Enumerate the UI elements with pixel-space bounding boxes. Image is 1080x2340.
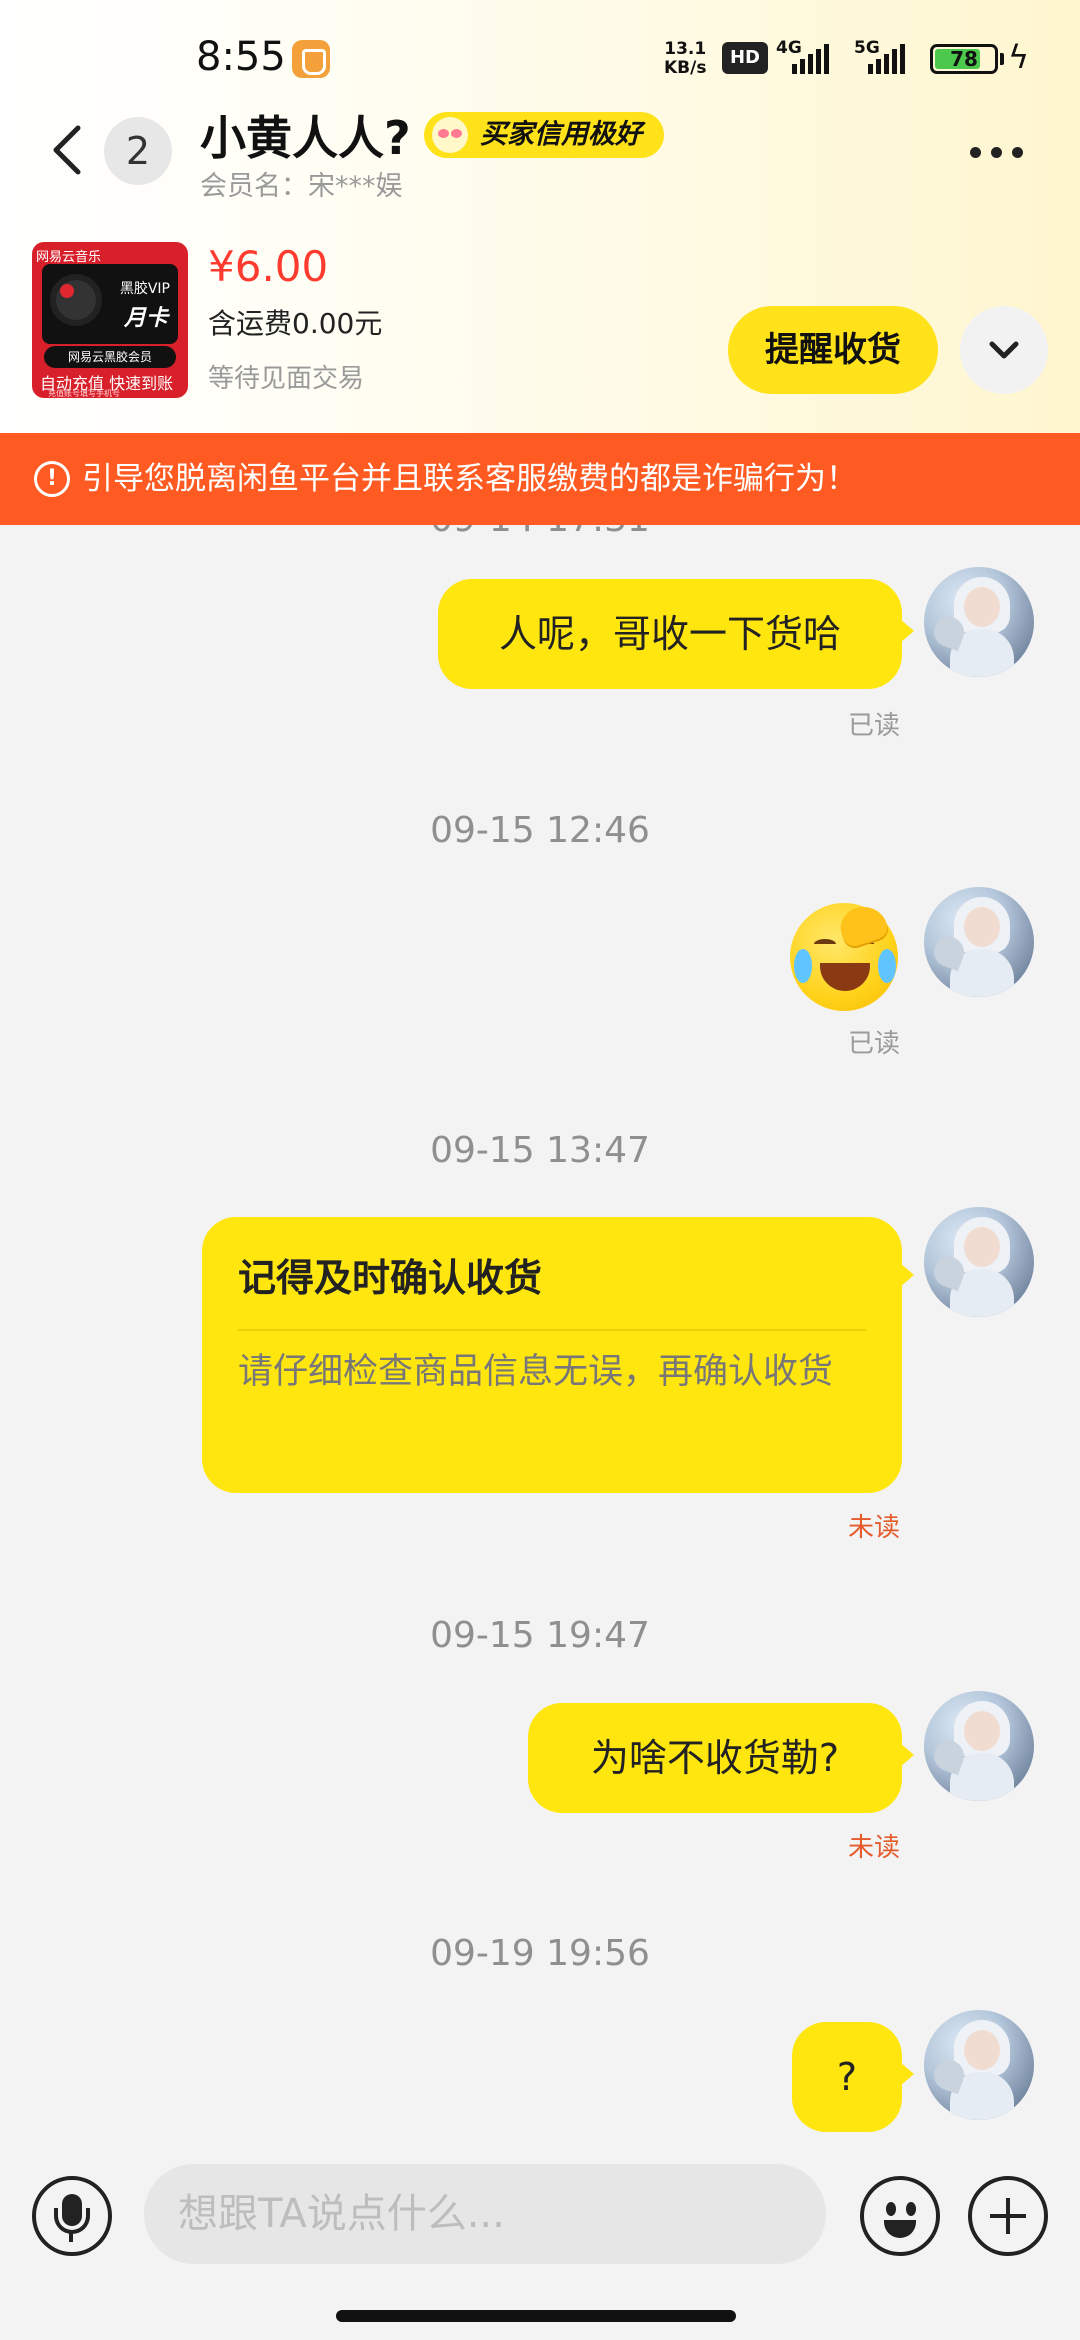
message-timestamp: 09-19 19:56	[430, 1933, 650, 1974]
battery-cap	[1000, 53, 1004, 65]
avatar[interactable]	[924, 1691, 1034, 1801]
hd-voice-badge: HD	[722, 42, 768, 74]
thumb-card: 黑胶VIP 月卡	[42, 264, 178, 344]
fraud-warning-banner: ! 引导您脱离闲鱼平台并且联系客服缴费的都是诈骗行为！	[0, 433, 1080, 525]
avatar[interactable]	[924, 2010, 1034, 2120]
avatar[interactable]	[924, 567, 1034, 677]
message-bubble[interactable]: 为啥不收货勒?	[528, 1703, 914, 1813]
card-body: 请仔细检查商品信息无误，再确认收货	[238, 1352, 834, 1392]
remind-receipt-button[interactable]: 提醒收货	[728, 306, 938, 394]
credit-badge-label: 买家信用极好	[480, 119, 642, 150]
chat-screen: 8:55 13.1 KB/s HD 4G 5G 78 ϟ 2 小黄人人? 买家信…	[0, 0, 1080, 2340]
thumb-small-label: 充值账号填写手机号	[48, 389, 120, 398]
chevron-down-icon	[989, 341, 1019, 359]
message-input[interactable]	[144, 2164, 826, 2264]
chevron-left-icon	[53, 125, 81, 175]
charging-icon: ϟ	[1008, 38, 1030, 76]
network-speed: 13.1 KB/s	[664, 39, 707, 78]
thumb-vip-label: 黑胶VIP	[119, 281, 170, 297]
signal-icon-2	[868, 42, 905, 74]
warning-text: 引导您脱离闲鱼平台并且联系客服缴费的都是诈骗行为！	[82, 461, 857, 497]
unread-count-badge: 2	[104, 117, 172, 185]
product-status: 等待见面交易	[208, 364, 365, 394]
message-bubble[interactable]: 人呢，哥收一下货哈	[438, 579, 914, 689]
member-name: 会员名：宋***娱	[200, 171, 403, 202]
avatar[interactable]	[924, 1207, 1034, 1317]
message-timestamp: 09-15 19:47	[430, 1615, 650, 1656]
product-thumbnail[interactable]: 网易云音乐 黑胶VIP 月卡 网易云黑胶会员 自动充值 快速到账 充值账号填写手…	[32, 242, 188, 398]
card-divider	[238, 1329, 866, 1331]
more-options-button[interactable]	[970, 132, 1040, 172]
vinyl-icon	[50, 274, 102, 326]
read-status: 未读	[847, 1513, 900, 1543]
notification-app-icon	[292, 40, 330, 78]
credit-badge[interactable]: 买家信用极好	[424, 112, 664, 158]
home-indicator[interactable]	[336, 2310, 736, 2322]
voice-input-button[interactable]	[32, 2176, 112, 2256]
thumb-brand: 网易云音乐	[36, 250, 102, 265]
blush-face-icon	[432, 117, 468, 153]
read-status: 已读	[847, 1029, 900, 1059]
card-title: 记得及时确认收货	[238, 1256, 543, 1300]
status-time: 8:55	[196, 34, 286, 80]
back-button[interactable]	[40, 120, 100, 180]
message-timestamp: 09-14 17:31	[0, 525, 1080, 540]
expand-button[interactable]	[960, 306, 1048, 394]
status-bar: 8:55 13.1 KB/s HD 4G 5G 78 ϟ	[0, 0, 1080, 115]
read-status: 未读	[847, 1833, 900, 1863]
message-bubble[interactable]: ?	[792, 2022, 914, 2132]
chat-message-list[interactable]: 09-14 17:31 人呢，哥收一下货哈 已读 09-15 12:46 已读 …	[0, 525, 1080, 2158]
receipt-reminder-card[interactable]: 记得及时确认收货 请仔细检查商品信息无误，再确认收货	[202, 1217, 914, 1493]
battery-icon: 78	[930, 44, 998, 74]
avatar[interactable]	[924, 887, 1034, 997]
smiley-icon	[886, 2202, 896, 2216]
crying-laughing-emoji-icon[interactable]	[790, 900, 898, 1011]
message-timestamp: 09-15 13:47	[430, 1130, 650, 1171]
signal-icon	[792, 42, 829, 74]
thumb-month-label: 月卡	[123, 306, 168, 331]
more-actions-button[interactable]	[968, 2176, 1048, 2256]
warning-icon: !	[34, 461, 70, 497]
read-status: 已读	[847, 711, 900, 741]
contact-name[interactable]: 小黄人人?	[200, 102, 411, 168]
emoji-button[interactable]	[860, 2176, 940, 2256]
thumb-member-label: 网易云黑胶会员	[44, 346, 176, 368]
message-timestamp: 09-15 12:46	[430, 810, 650, 851]
battery-level: 78	[950, 47, 978, 71]
product-shipping: 含运费0.00元	[208, 307, 383, 340]
product-price: ¥6.00	[208, 242, 329, 291]
